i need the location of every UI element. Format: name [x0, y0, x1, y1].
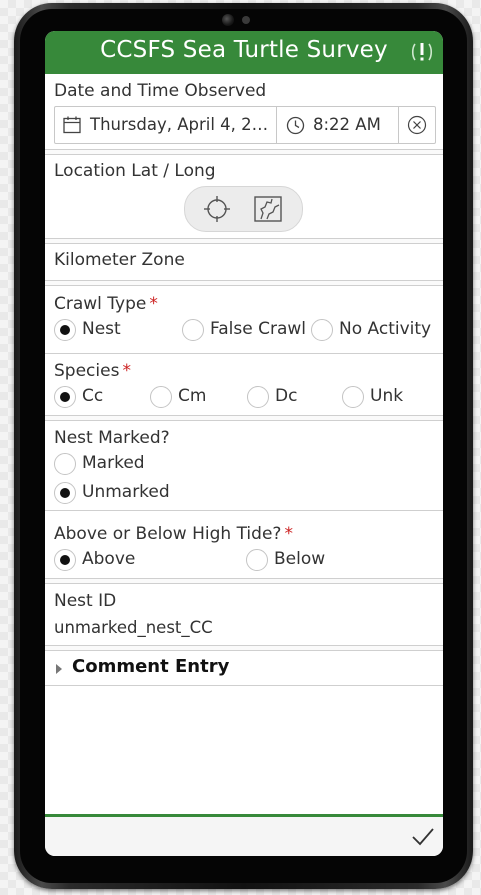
datetime-input: Thursday, April 4, 2… 8:22 AM: [54, 106, 436, 144]
sensor-icon: [242, 16, 250, 24]
high-tide-label-text: Above or Below High Tide?: [54, 524, 282, 544]
high-tide-option-below[interactable]: Below: [246, 549, 356, 573]
radio-label: Nest: [82, 319, 121, 339]
crawl-type-option-no-activity[interactable]: No Activity: [311, 319, 436, 343]
checkmark-icon[interactable]: [411, 824, 435, 848]
expand-triangle-icon: [56, 664, 62, 674]
nest-id-value: unmarked_nest_CC: [54, 618, 213, 637]
radio-button[interactable]: [182, 319, 204, 341]
alert-icon[interactable]: [411, 40, 433, 64]
radio-button[interactable]: [54, 549, 76, 571]
high-tide-option-above[interactable]: Above: [54, 549, 164, 573]
species-option-dc[interactable]: Dc: [247, 386, 327, 410]
calendar-icon: [63, 116, 81, 134]
location-controls: [184, 186, 303, 232]
divider: [45, 280, 443, 286]
crosshair-icon[interactable]: [203, 196, 231, 222]
radio-label: False Crawl: [210, 319, 306, 339]
map-icon[interactable]: [253, 195, 283, 223]
radio-button[interactable]: [247, 386, 269, 408]
divider: [45, 238, 443, 244]
species-label-text: Species: [54, 361, 120, 381]
title-bar: CCSFS Sea Turtle Survey: [45, 31, 443, 74]
divider: [45, 645, 443, 651]
radio-button[interactable]: [54, 453, 76, 475]
required-marker: *: [149, 294, 158, 314]
radio-label: Cm: [178, 386, 207, 406]
footer-bar: [45, 817, 443, 856]
required-marker: *: [122, 361, 131, 381]
species-option-unk[interactable]: Unk: [342, 386, 422, 410]
radio-label: Unk: [370, 386, 404, 406]
radio-label: Marked: [82, 453, 145, 473]
comment-entry-title: Comment Entry: [72, 656, 230, 677]
radio-button[interactable]: [342, 386, 364, 408]
time-picker[interactable]: 8:22 AM: [277, 107, 399, 143]
time-value: 8:22 AM: [313, 115, 381, 134]
radio-label: Dc: [275, 386, 298, 406]
radio-button[interactable]: [311, 319, 333, 341]
crawl-type-label: Crawl Type *: [54, 294, 158, 314]
species-option-cc[interactable]: Cc: [54, 386, 134, 410]
clock-icon: [286, 116, 305, 135]
species-label: Species *: [54, 361, 131, 381]
divider: [45, 510, 443, 511]
location-label: Location Lat / Long: [54, 161, 216, 181]
km-zone-label[interactable]: Kilometer Zone: [54, 250, 185, 270]
radio-label: No Activity: [339, 319, 432, 339]
nest-marked-label: Nest Marked?: [54, 428, 170, 448]
comment-entry-group-header[interactable]: Comment Entry: [45, 656, 443, 682]
clear-icon: [407, 115, 427, 135]
divider: [45, 415, 443, 421]
clear-datetime-button[interactable]: [399, 107, 435, 143]
divider: [45, 149, 443, 155]
radio-label: Above: [82, 549, 136, 569]
crawl-type-option-false-crawl[interactable]: False Crawl: [182, 319, 307, 343]
radio-button[interactable]: [54, 386, 76, 408]
crawl-type-option-nest[interactable]: Nest: [54, 319, 164, 343]
radio-label: Unmarked: [82, 482, 170, 502]
species-option-cm[interactable]: Cm: [150, 386, 230, 410]
date-picker[interactable]: Thursday, April 4, 2…: [55, 107, 277, 143]
divider: [45, 578, 443, 584]
camera-icon: [222, 14, 234, 26]
nest-id-label: Nest ID: [54, 591, 117, 611]
nest-marked-option-unmarked[interactable]: Unmarked: [54, 482, 194, 506]
radio-button[interactable]: [150, 386, 172, 408]
high-tide-label: Above or Below High Tide? *: [54, 524, 293, 544]
radio-label: Cc: [82, 386, 104, 406]
datetime-label: Date and Time Observed: [54, 81, 267, 101]
crawl-type-label-text: Crawl Type: [54, 294, 147, 314]
radio-button[interactable]: [54, 482, 76, 504]
nest-marked-option-marked[interactable]: Marked: [54, 453, 174, 477]
radio-button[interactable]: [54, 319, 76, 341]
app-title: CCSFS Sea Turtle Survey: [100, 37, 388, 63]
date-value: Thursday, April 4, 2…: [90, 115, 269, 134]
divider: [45, 353, 443, 354]
app-screen: CCSFS Sea Turtle Survey Date and Time Ob…: [45, 31, 443, 856]
radio-label: Below: [274, 549, 326, 569]
required-marker: *: [284, 524, 293, 544]
radio-button[interactable]: [246, 549, 268, 571]
divider: [45, 685, 443, 686]
